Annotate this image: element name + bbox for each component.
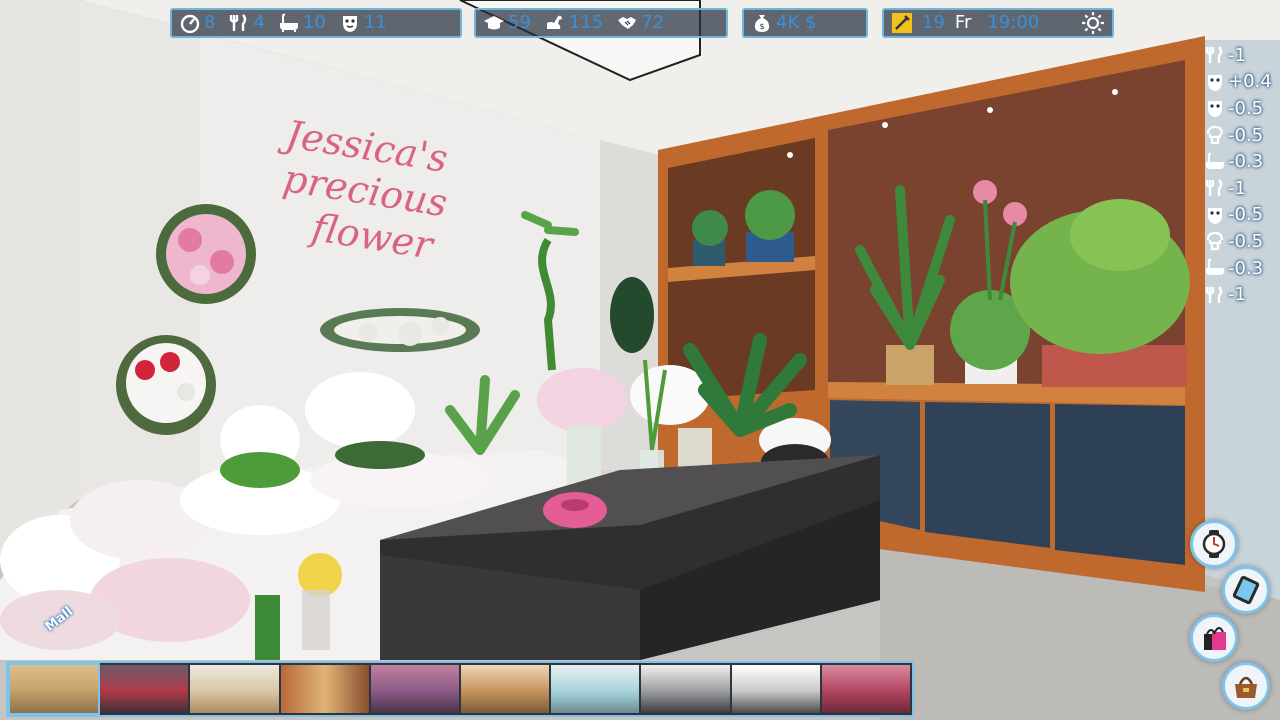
- mask-icon: [342, 16, 357, 32]
- stat-change-row: +0.4: [1200, 69, 1276, 96]
- social-value: 72: [641, 12, 665, 33]
- stat-change-row: -1: [1200, 42, 1276, 69]
- hygiene-stat[interactable]: 10: [279, 13, 326, 33]
- stat-change-value: -1: [1228, 284, 1246, 306]
- date-stat[interactable]: 19 Fr 19:00: [892, 13, 1039, 33]
- location-thumb-jewelry[interactable]: [551, 665, 640, 713]
- stat-change-value: -1: [1228, 44, 1246, 66]
- mood-stat[interactable]: 11: [340, 13, 387, 33]
- location-thumb-furniture[interactable]: [461, 665, 550, 713]
- speedometer-icon: [180, 14, 200, 33]
- stat-change-value: -0.5: [1228, 204, 1264, 226]
- stat-change-row: -0.5: [1200, 202, 1276, 229]
- energy-value: 8: [204, 12, 216, 33]
- phone-button[interactable]: [1222, 566, 1270, 614]
- time-panel[interactable]: 19 Fr 19:00: [882, 8, 1114, 38]
- stat-change-value: -0.5: [1228, 124, 1264, 146]
- fork-knife-icon: [1205, 179, 1223, 197]
- stat-change-value: -0.5: [1228, 230, 1264, 252]
- education-stat[interactable]: 59: [484, 13, 531, 33]
- stat-change-value: +0.4: [1228, 71, 1272, 93]
- energy-stat[interactable]: 8: [180, 13, 215, 33]
- stat-change-row: -0.3: [1200, 148, 1276, 175]
- location-thumb-bookstore[interactable]: [280, 665, 369, 713]
- money-panel[interactable]: $ 4K $: [742, 8, 868, 38]
- stat-change-row: -0.3: [1200, 255, 1276, 282]
- location-strip[interactable]: [6, 661, 914, 717]
- flexed-arm-icon: [546, 15, 562, 29]
- bath-icon: [279, 13, 298, 32]
- location-thumb-clothing[interactable]: [370, 665, 460, 713]
- money-bag-icon: $: [754, 15, 770, 32]
- stat-change-row: -0.5: [1200, 228, 1276, 255]
- hunger-stat[interactable]: 4: [229, 12, 265, 33]
- mask-icon: [1208, 101, 1222, 118]
- handbag-icon: [1235, 676, 1257, 698]
- stat-change-value: -0.3: [1228, 151, 1264, 173]
- mask-icon: [1208, 207, 1222, 224]
- bath-icon: [1206, 152, 1224, 169]
- mood-value: 11: [363, 12, 387, 33]
- stat-change-value: -0.3: [1228, 257, 1264, 279]
- location-thumb-mall-lobby[interactable]: [7, 663, 101, 715]
- location-thumb-arcade[interactable]: [100, 665, 189, 713]
- fork-knife-icon: [230, 14, 247, 31]
- fitness-value: 115: [568, 12, 604, 33]
- stat-change-row: -0.5: [1200, 95, 1276, 122]
- smartphone-icon: [1232, 575, 1260, 605]
- time-value: 19:00: [987, 12, 1040, 33]
- fork-knife-icon: [1205, 285, 1223, 303]
- toilet-icon: [1206, 125, 1224, 145]
- wait-button[interactable]: [1190, 520, 1238, 568]
- fitness-stat[interactable]: 115: [545, 13, 603, 33]
- hunger-value: 4: [253, 12, 265, 33]
- money-value: 4K $: [776, 12, 817, 33]
- shop-sign: Jessica's precious flower: [260, 112, 507, 334]
- money-stat[interactable]: $ 4K $: [752, 13, 816, 33]
- stat-changes-list: -1 +0.4 -0.5 -0.5 -0.3 -1 -0.5 -0.5 -0.3 -1: [1200, 42, 1276, 308]
- graduation-cap-icon: [484, 16, 504, 30]
- skills-panel[interactable]: 59 115 72: [474, 8, 728, 38]
- stat-change-row: -1: [1200, 281, 1276, 308]
- location-thumb-lingerie[interactable]: [821, 665, 911, 713]
- calendar-pencil-icon: [892, 13, 912, 33]
- location-thumb-bakery[interactable]: [190, 665, 279, 713]
- weekday-value: Fr: [954, 12, 972, 33]
- shopping-button[interactable]: [1190, 614, 1238, 662]
- handshake-icon: [618, 17, 637, 29]
- shopping-bags-icon: [1204, 627, 1226, 650]
- inventory-button[interactable]: [1222, 662, 1270, 710]
- stat-change-value: -1: [1228, 177, 1246, 199]
- stat-change-value: -0.5: [1228, 97, 1264, 119]
- sun-icon: [1082, 12, 1104, 34]
- toilet-icon: [1206, 232, 1224, 251]
- bath-icon: [1206, 258, 1224, 276]
- location-thumb-kitchen-store[interactable]: [641, 665, 730, 713]
- needs-panel[interactable]: 8 4 10 11: [170, 8, 462, 38]
- day-value: 19: [922, 12, 945, 33]
- mask-icon: [1208, 74, 1222, 91]
- wristwatch-icon: [1202, 530, 1226, 558]
- location-thumb-electronics[interactable]: [731, 665, 820, 713]
- svg-text:$: $: [759, 22, 764, 31]
- social-stat[interactable]: 72: [617, 13, 664, 33]
- stat-change-row: -0.5: [1200, 122, 1276, 149]
- education-value: 59: [508, 12, 531, 33]
- fork-knife-icon: [1205, 46, 1223, 64]
- flower-shop-scene: [0, 0, 1280, 720]
- stat-change-row: -1: [1200, 175, 1276, 202]
- hygiene-value: 10: [302, 12, 326, 33]
